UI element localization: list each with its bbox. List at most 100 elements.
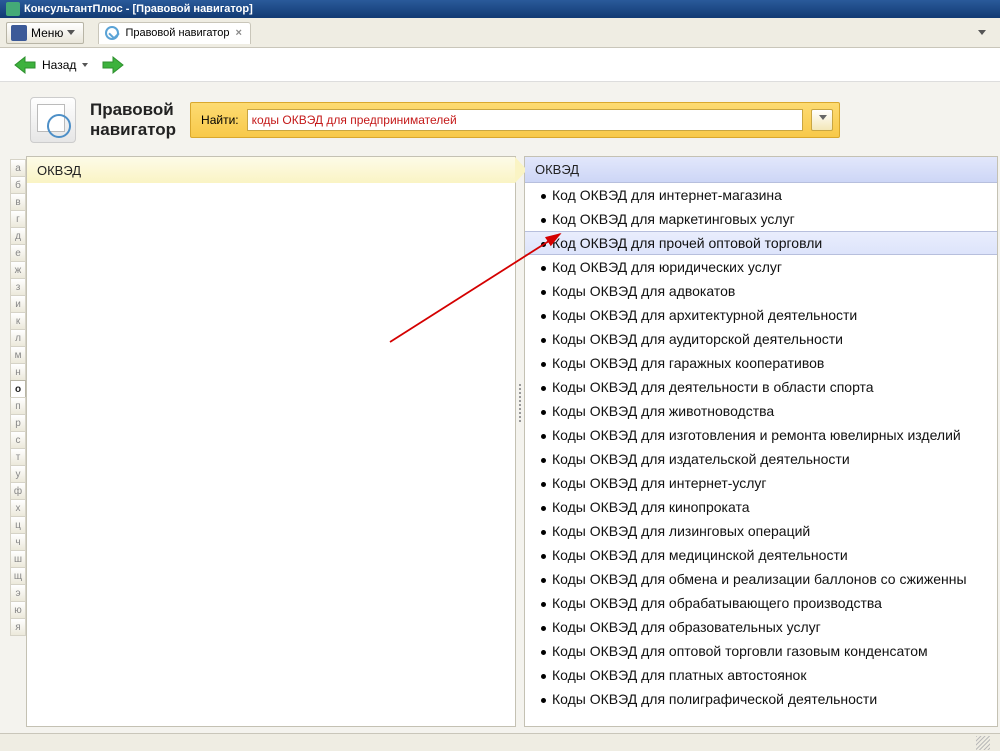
bullet-icon [541, 386, 546, 391]
pane-splitter[interactable] [516, 156, 524, 727]
left-pane-header: ОКВЭД [27, 157, 515, 183]
alpha-letter[interactable]: ш [10, 550, 26, 568]
list-item[interactable]: Коды ОКВЭД для оптовой торговли газовым … [525, 639, 997, 663]
bullet-icon [541, 194, 546, 199]
alpha-letter[interactable]: к [10, 312, 26, 330]
chevron-down-icon [67, 30, 75, 35]
alpha-letter[interactable]: т [10, 448, 26, 466]
bullet-icon [541, 650, 546, 655]
window-titlebar: КонсультантПлюс - [Правовой навигатор] [0, 0, 1000, 18]
alpha-letter[interactable]: щ [10, 567, 26, 585]
alpha-letter[interactable]: и [10, 295, 26, 313]
tab-navigator[interactable]: Правовой навигатор × [98, 22, 250, 44]
nav-toolbar: Назад [0, 48, 1000, 82]
alpha-letter[interactable]: ж [10, 261, 26, 279]
left-pane: ОКВЭД [26, 156, 516, 727]
list-item[interactable]: Коды ОКВЭД для кинопроката [525, 495, 997, 519]
list-item[interactable]: Коды ОКВЭД для животноводства [525, 399, 997, 423]
list-item[interactable]: Коды ОКВЭД для издательской деятельности [525, 447, 997, 471]
list-item-label: Коды ОКВЭД для лизинговых операций [552, 523, 810, 539]
navigator-icon [105, 26, 119, 40]
list-item[interactable]: Коды ОКВЭД для гаражных кооперативов [525, 351, 997, 375]
alpha-letter[interactable]: ч [10, 533, 26, 551]
alpha-letter[interactable]: я [10, 618, 26, 636]
back-dropdown[interactable] [82, 63, 88, 67]
alpha-letter[interactable]: ю [10, 601, 26, 619]
bullet-icon [541, 530, 546, 535]
alpha-letter[interactable]: б [10, 176, 26, 194]
alpha-letter[interactable]: р [10, 414, 26, 432]
alpha-letter[interactable]: л [10, 329, 26, 347]
list-item[interactable]: Код ОКВЭД для прочей оптовой торговли [525, 231, 997, 255]
app-icon [6, 2, 20, 16]
list-item[interactable]: Коды ОКВЭД для адвокатов [525, 279, 997, 303]
list-item-label: Коды ОКВЭД для животноводства [552, 403, 774, 419]
list-item-label: Коды ОКВЭД для образовательных услуг [552, 619, 821, 635]
list-item[interactable]: Код ОКВЭД для юридических услуг [525, 255, 997, 279]
list-item[interactable]: Коды ОКВЭД для архитектурной деятельност… [525, 303, 997, 327]
bullet-icon [541, 626, 546, 631]
alpha-letter[interactable]: з [10, 278, 26, 296]
back-button[interactable] [14, 55, 36, 75]
forward-button[interactable] [102, 55, 124, 75]
bullet-icon [541, 578, 546, 583]
statusbar [0, 733, 1000, 751]
list-item[interactable]: Коды ОКВЭД для изготовления и ремонта юв… [525, 423, 997, 447]
bullet-icon [541, 482, 546, 487]
alpha-letter[interactable]: э [10, 584, 26, 602]
menu-button[interactable]: Меню [6, 22, 84, 44]
bullet-icon [541, 458, 546, 463]
list-item[interactable]: Код ОКВЭД для маркетинговых услуг [525, 207, 997, 231]
alpha-letter[interactable]: в [10, 193, 26, 211]
list-item[interactable]: Коды ОКВЭД для интернет-услуг [525, 471, 997, 495]
list-item[interactable]: Код ОКВЭД для интернет-магазина [525, 183, 997, 207]
list-item[interactable]: Коды ОКВЭД для аудиторской деятельности [525, 327, 997, 351]
tab-close-button[interactable]: × [235, 27, 241, 39]
menubar: Меню Правовой навигатор × [0, 18, 1000, 48]
list-item[interactable]: Коды ОКВЭД для полиграфической деятельно… [525, 687, 997, 711]
list-item-label: Коды ОКВЭД для полиграфической деятельно… [552, 691, 877, 707]
list-item-label: Код ОКВЭД для маркетинговых услуг [552, 211, 795, 227]
bullet-icon [541, 362, 546, 367]
resize-grip-icon[interactable] [976, 736, 990, 750]
alpha-letter[interactable]: н [10, 363, 26, 381]
list-item[interactable]: Коды ОКВЭД для обмена и реализации балло… [525, 567, 997, 591]
bullet-icon [541, 554, 546, 559]
list-item-label: Коды ОКВЭД для интернет-услуг [552, 475, 767, 491]
list-item-label: Коды ОКВЭД для медицинской деятельности [552, 547, 848, 563]
alpha-letter[interactable]: п [10, 397, 26, 415]
list-item[interactable]: Коды ОКВЭД для медицинской деятельности [525, 543, 997, 567]
back-label: Назад [42, 58, 76, 72]
alpha-letter[interactable]: с [10, 431, 26, 449]
tabs-overflow-icon[interactable] [978, 30, 986, 35]
list-item-label: Коды ОКВЭД для кинопроката [552, 499, 749, 515]
bullet-icon [541, 410, 546, 415]
list-item[interactable]: Коды ОКВЭД для образовательных услуг [525, 615, 997, 639]
bullet-icon [541, 506, 546, 511]
alpha-letter[interactable]: г [10, 210, 26, 228]
alphabet-index: абвгдежзиклмнопрстуфхцчшщэюя [10, 160, 26, 727]
list-item[interactable]: Коды ОКВЭД для обрабатывающего производс… [525, 591, 997, 615]
bullet-icon [541, 698, 546, 703]
alpha-letter[interactable]: д [10, 227, 26, 245]
list-item[interactable]: Коды ОКВЭД для платных автостоянок [525, 663, 997, 687]
list-item-label: Коды ОКВЭД для платных автостоянок [552, 667, 806, 683]
search-input[interactable] [247, 109, 803, 131]
list-item[interactable]: Коды ОКВЭД для деятельности в области сп… [525, 375, 997, 399]
list-item-label: Код ОКВЭД для прочей оптовой торговли [552, 235, 822, 251]
alpha-letter[interactable]: а [10, 159, 26, 177]
list-item-label: Код ОКВЭД для юридических услуг [552, 259, 782, 275]
alpha-letter[interactable]: е [10, 244, 26, 262]
list-item[interactable]: Коды ОКВЭД для лизинговых операций [525, 519, 997, 543]
alpha-letter[interactable]: ц [10, 516, 26, 534]
alpha-letter[interactable]: ф [10, 482, 26, 500]
alpha-letter[interactable]: у [10, 465, 26, 483]
alpha-letter[interactable]: о [10, 380, 26, 398]
list-item-label: Коды ОКВЭД для издательской деятельности [552, 451, 850, 467]
bullet-icon [541, 314, 546, 319]
results-list[interactable]: Код ОКВЭД для интернет-магазина Код ОКВЭД… [525, 183, 997, 726]
search-action-button[interactable] [811, 109, 833, 131]
alpha-letter[interactable]: м [10, 346, 26, 364]
alpha-letter[interactable]: х [10, 499, 26, 517]
list-item-label: Коды ОКВЭД для аудиторской деятельности [552, 331, 843, 347]
